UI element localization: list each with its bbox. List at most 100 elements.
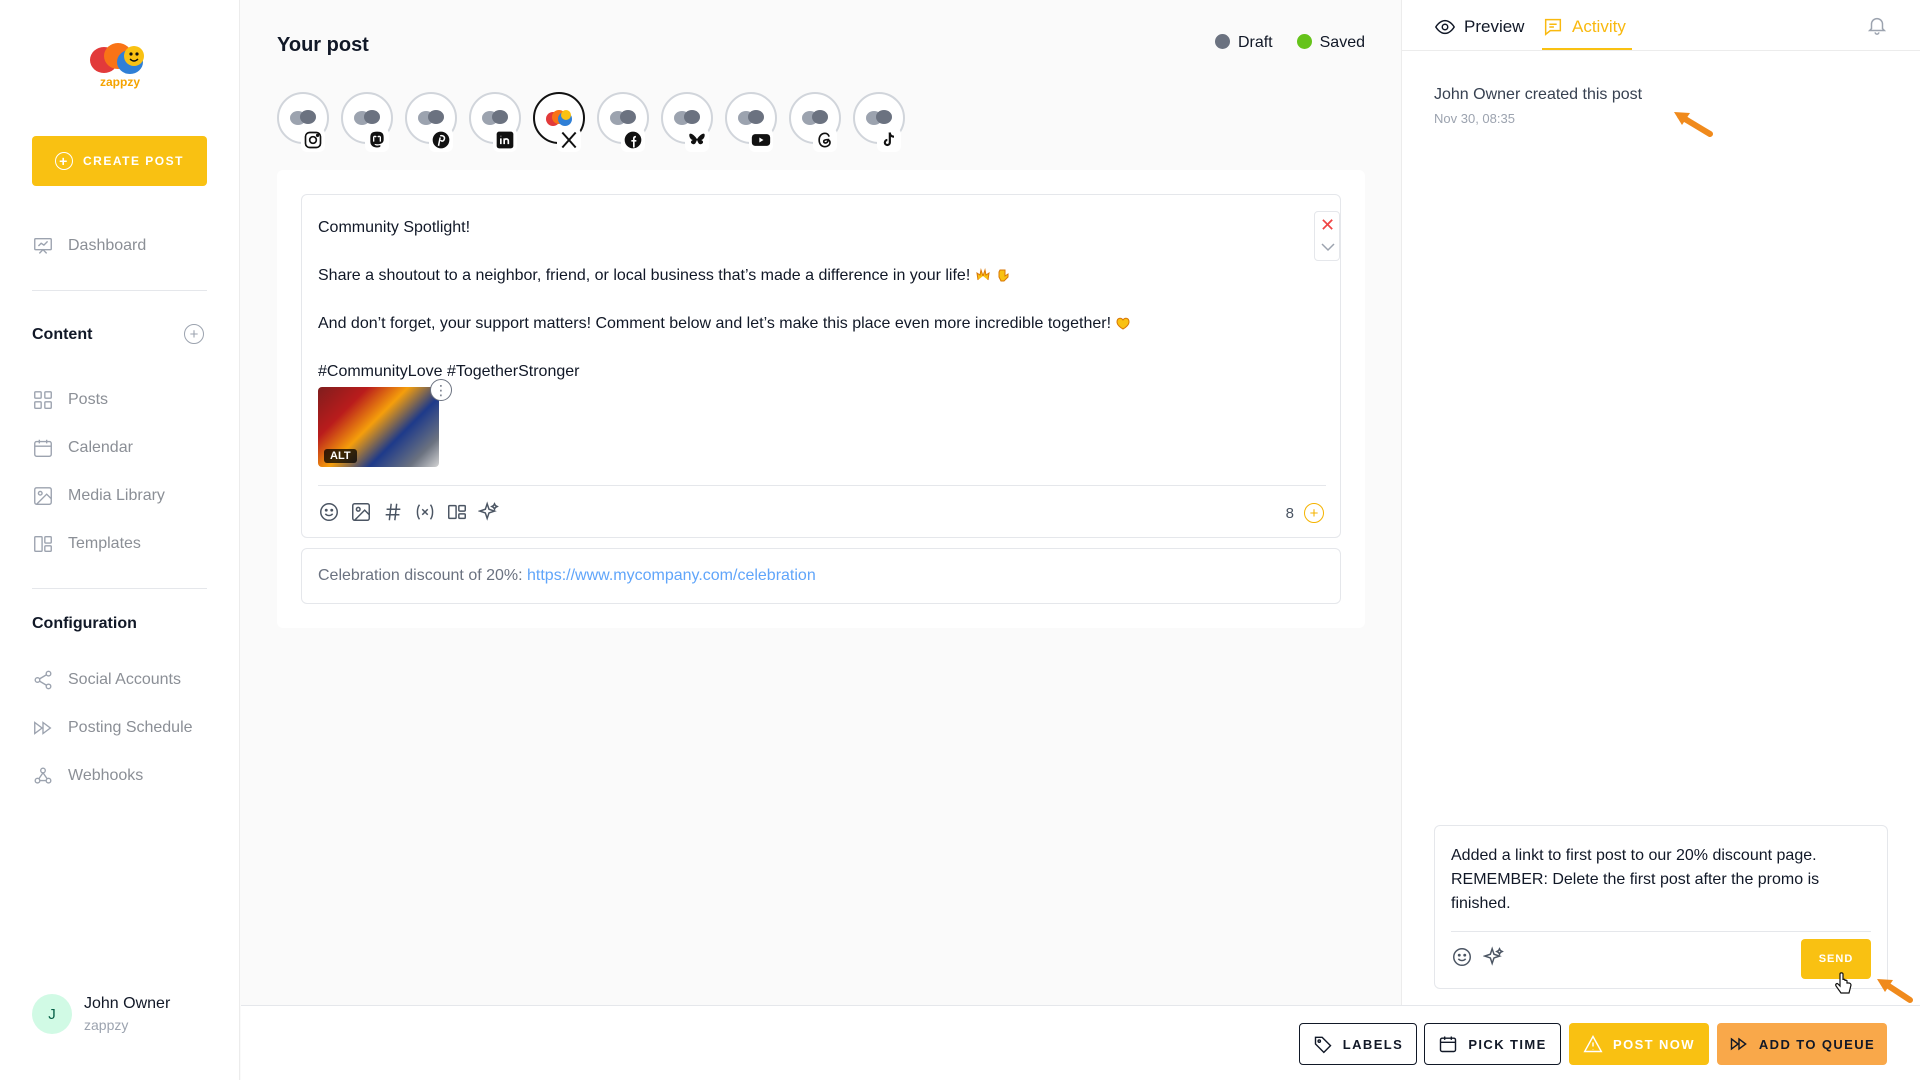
sidebar-item-label: Templates [68,535,141,552]
annotation-arrow-icon [1877,979,1913,1003]
grid-icon [34,391,52,409]
chevron-down-icon[interactable] [1321,242,1335,252]
account-youtube[interactable] [725,92,777,152]
tab-preview-label: Preview [1464,17,1525,36]
user-org: zappzy [84,1017,129,1033]
post-editor-area: Your post Draft Saved Community Spotligh… [241,0,1401,1005]
plus-circle-icon: + [55,152,74,170]
activity-panel: Preview Activity John Owner created this… [1401,0,1920,1005]
eye-icon [1434,19,1456,35]
sidebar-item-posting-schedule[interactable]: Posting Schedule [32,716,193,740]
attached-image[interactable]: ALT [318,387,439,467]
sidebar-item-label: Posts [68,391,109,408]
tab-preview[interactable]: Preview [1434,16,1526,50]
share-icon [34,670,52,690]
zappzy-logo[interactable]: zappzy [84,38,156,90]
editor-card: Community Spotlight! Share a shoutout to… [277,170,1365,628]
add-to-queue-label: ADD TO QUEUE [1758,1036,1876,1052]
webhook-icon [34,767,52,784]
post-line-2-text: Share a shoutout to a neighbor, friend, … [318,267,971,284]
dashboard-icon [34,237,52,254]
activity-entry-text: John Owner created this post [1434,86,1643,103]
image-menu-icon[interactable]: ⋮ [430,379,452,401]
sidebar-item-label: Posting Schedule [68,719,193,736]
account-selector [277,92,905,152]
ai-sparkles-icon[interactable] [478,501,500,523]
pick-time-label: PICK TIME [1468,1036,1547,1052]
tab-activity[interactable]: Activity [1542,16,1632,50]
sidebar-item-calendar[interactable]: Calendar [32,436,133,460]
draft-status: Draft [1214,34,1273,52]
action-bar: LABELS PICK TIME POST NOW ADD TO QUEUE [241,1005,1920,1080]
add-post-icon[interactable]: + [1304,503,1324,523]
heart-hands-emoji-icon [1116,317,1130,330]
variable-icon[interactable] [414,501,436,523]
add-content-icon[interactable]: + [184,324,204,344]
image-icon[interactable] [350,501,372,523]
raised-hands-emoji-icon [976,268,990,281]
remove-post-icon[interactable]: ✕ [1320,216,1335,234]
account-avatar-icon [866,110,892,125]
sidebar-item-dashboard[interactable]: Dashboard [32,234,146,258]
account-linkedin[interactable] [469,92,521,152]
divider [1451,931,1871,932]
comment-box[interactable]: Added a linkt to first post to our 20% d… [1434,825,1888,994]
thread-post-2-text: Celebration discount of 20%: [318,567,528,584]
tab-activity-label: Activity [1572,17,1626,36]
pick-time-button[interactable]: PICK TIME [1424,1023,1561,1065]
threads-icon [818,132,831,148]
post-line-3-text: And don’t forget, your support matters! … [318,315,1112,332]
account-bluesky[interactable] [661,92,713,152]
comment-input[interactable]: Added a linkt to first post to our 20% d… [1451,844,1871,916]
saved-label: Saved [1319,34,1365,51]
thread-post-2[interactable]: Celebration discount of 20%: https://www… [301,548,1341,604]
activity-entry-time: Nov 30, 08:35 [1434,111,1515,126]
account-avatar-icon [610,110,636,125]
thread-post-2-link[interactable]: https://www.mycompany.com/celebration [527,567,816,584]
ai-sparkles-icon[interactable] [1483,946,1505,968]
account-avatar-icon [290,110,316,125]
add-to-queue-button[interactable]: ADD TO QUEUE [1717,1023,1887,1065]
sidebar-item-social-accounts[interactable]: Social Accounts [32,668,181,692]
sidebar-item-label: Media Library [68,487,165,504]
sidebar-item-label: Dashboard [68,237,147,254]
instagram-icon [304,131,322,149]
draft-label: Draft [1237,34,1273,51]
sidebar-item-posts[interactable]: Posts [32,388,108,412]
post-hashtags[interactable]: #CommunityLove #TogetherStronger [318,363,579,381]
status-legend: Draft Saved [1214,34,1365,52]
fast-forward-icon [34,721,52,735]
sidebar-item-webhooks[interactable]: Webhooks [32,764,143,788]
account-instagram[interactable] [277,92,329,152]
account-mastodon[interactable] [341,92,393,152]
fast-forward-icon [1730,1037,1747,1051]
bluesky-icon [689,133,705,145]
account-threads[interactable] [789,92,841,152]
alt-text-badge[interactable]: ALT [324,449,357,463]
create-post-button[interactable]: + CREATE POST [32,136,207,186]
divider [1402,50,1920,51]
hashtag-icon[interactable] [382,501,404,523]
account-avatar-icon [802,110,828,125]
sidebar-item-label: Webhooks [68,767,144,784]
sidebar-item-templates[interactable]: Templates [32,532,141,556]
account-x[interactable] [533,92,585,152]
post-now-button[interactable]: POST NOW [1569,1023,1709,1065]
post-text-editor[interactable]: Community Spotlight! Share a shoutout to… [301,194,1341,538]
linkedin-icon [496,131,514,149]
account-facebook[interactable] [597,92,649,152]
templates-icon[interactable] [446,501,468,523]
user-profile[interactable]: J John Owner zappzy [32,994,170,1034]
labels-label: LABELS [1342,1036,1404,1052]
labels-button[interactable]: LABELS [1299,1023,1417,1065]
sidebar: zappzy + CREATE POST Dashboard Content +… [0,0,240,1080]
emoji-icon[interactable] [1451,946,1473,968]
sidebar-item-media-library[interactable]: Media Library [32,484,165,508]
emoji-icon[interactable] [318,501,340,523]
account-tiktok[interactable] [853,92,905,152]
account-pinterest[interactable] [405,92,457,152]
hand-cursor-icon [1835,972,1852,994]
sidebar-item-label: Calendar [68,439,133,456]
bell-icon[interactable] [1866,14,1888,36]
pinterest-icon [432,131,450,149]
